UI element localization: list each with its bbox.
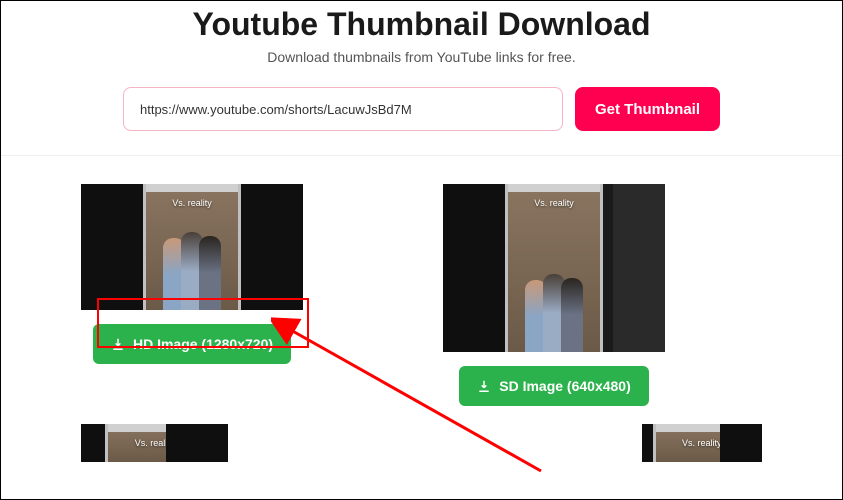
thumbnail-sd: Vs. reality <box>443 184 665 352</box>
download-hd-button[interactable]: HD Image (1280x720) <box>93 324 291 364</box>
get-thumbnail-button[interactable]: Get Thumbnail <box>575 87 720 131</box>
thumbnail-overlay-text: Vs. reality <box>534 198 574 208</box>
search-row: Get Thumbnail <box>1 87 842 155</box>
download-icon <box>477 379 491 393</box>
download-sd-button[interactable]: SD Image (640x480) <box>459 366 649 406</box>
thumbnail-partial-left: Vs. reality <box>81 424 228 462</box>
download-hd-label: HD Image (1280x720) <box>133 336 273 352</box>
thumbnail-overlay-text: Vs. reality <box>682 438 722 448</box>
thumbnail-overlay-text: Vs. reality <box>172 198 212 208</box>
result-card-sd: Vs. reality SD Image (640x480) <box>443 184 665 406</box>
result-card-hd: Vs. reality HD Image (1280x720) <box>81 184 303 406</box>
download-sd-label: SD Image (640x480) <box>499 378 631 394</box>
page-title: Youtube Thumbnail Download <box>1 6 842 43</box>
page-subtitle: Download thumbnails from YouTube links f… <box>1 49 842 65</box>
download-icon <box>111 337 125 351</box>
thumbnail-partial-right: Vs. reality <box>642 424 762 462</box>
thumbnail-hd: Vs. reality <box>81 184 303 310</box>
url-input[interactable] <box>123 87 563 131</box>
